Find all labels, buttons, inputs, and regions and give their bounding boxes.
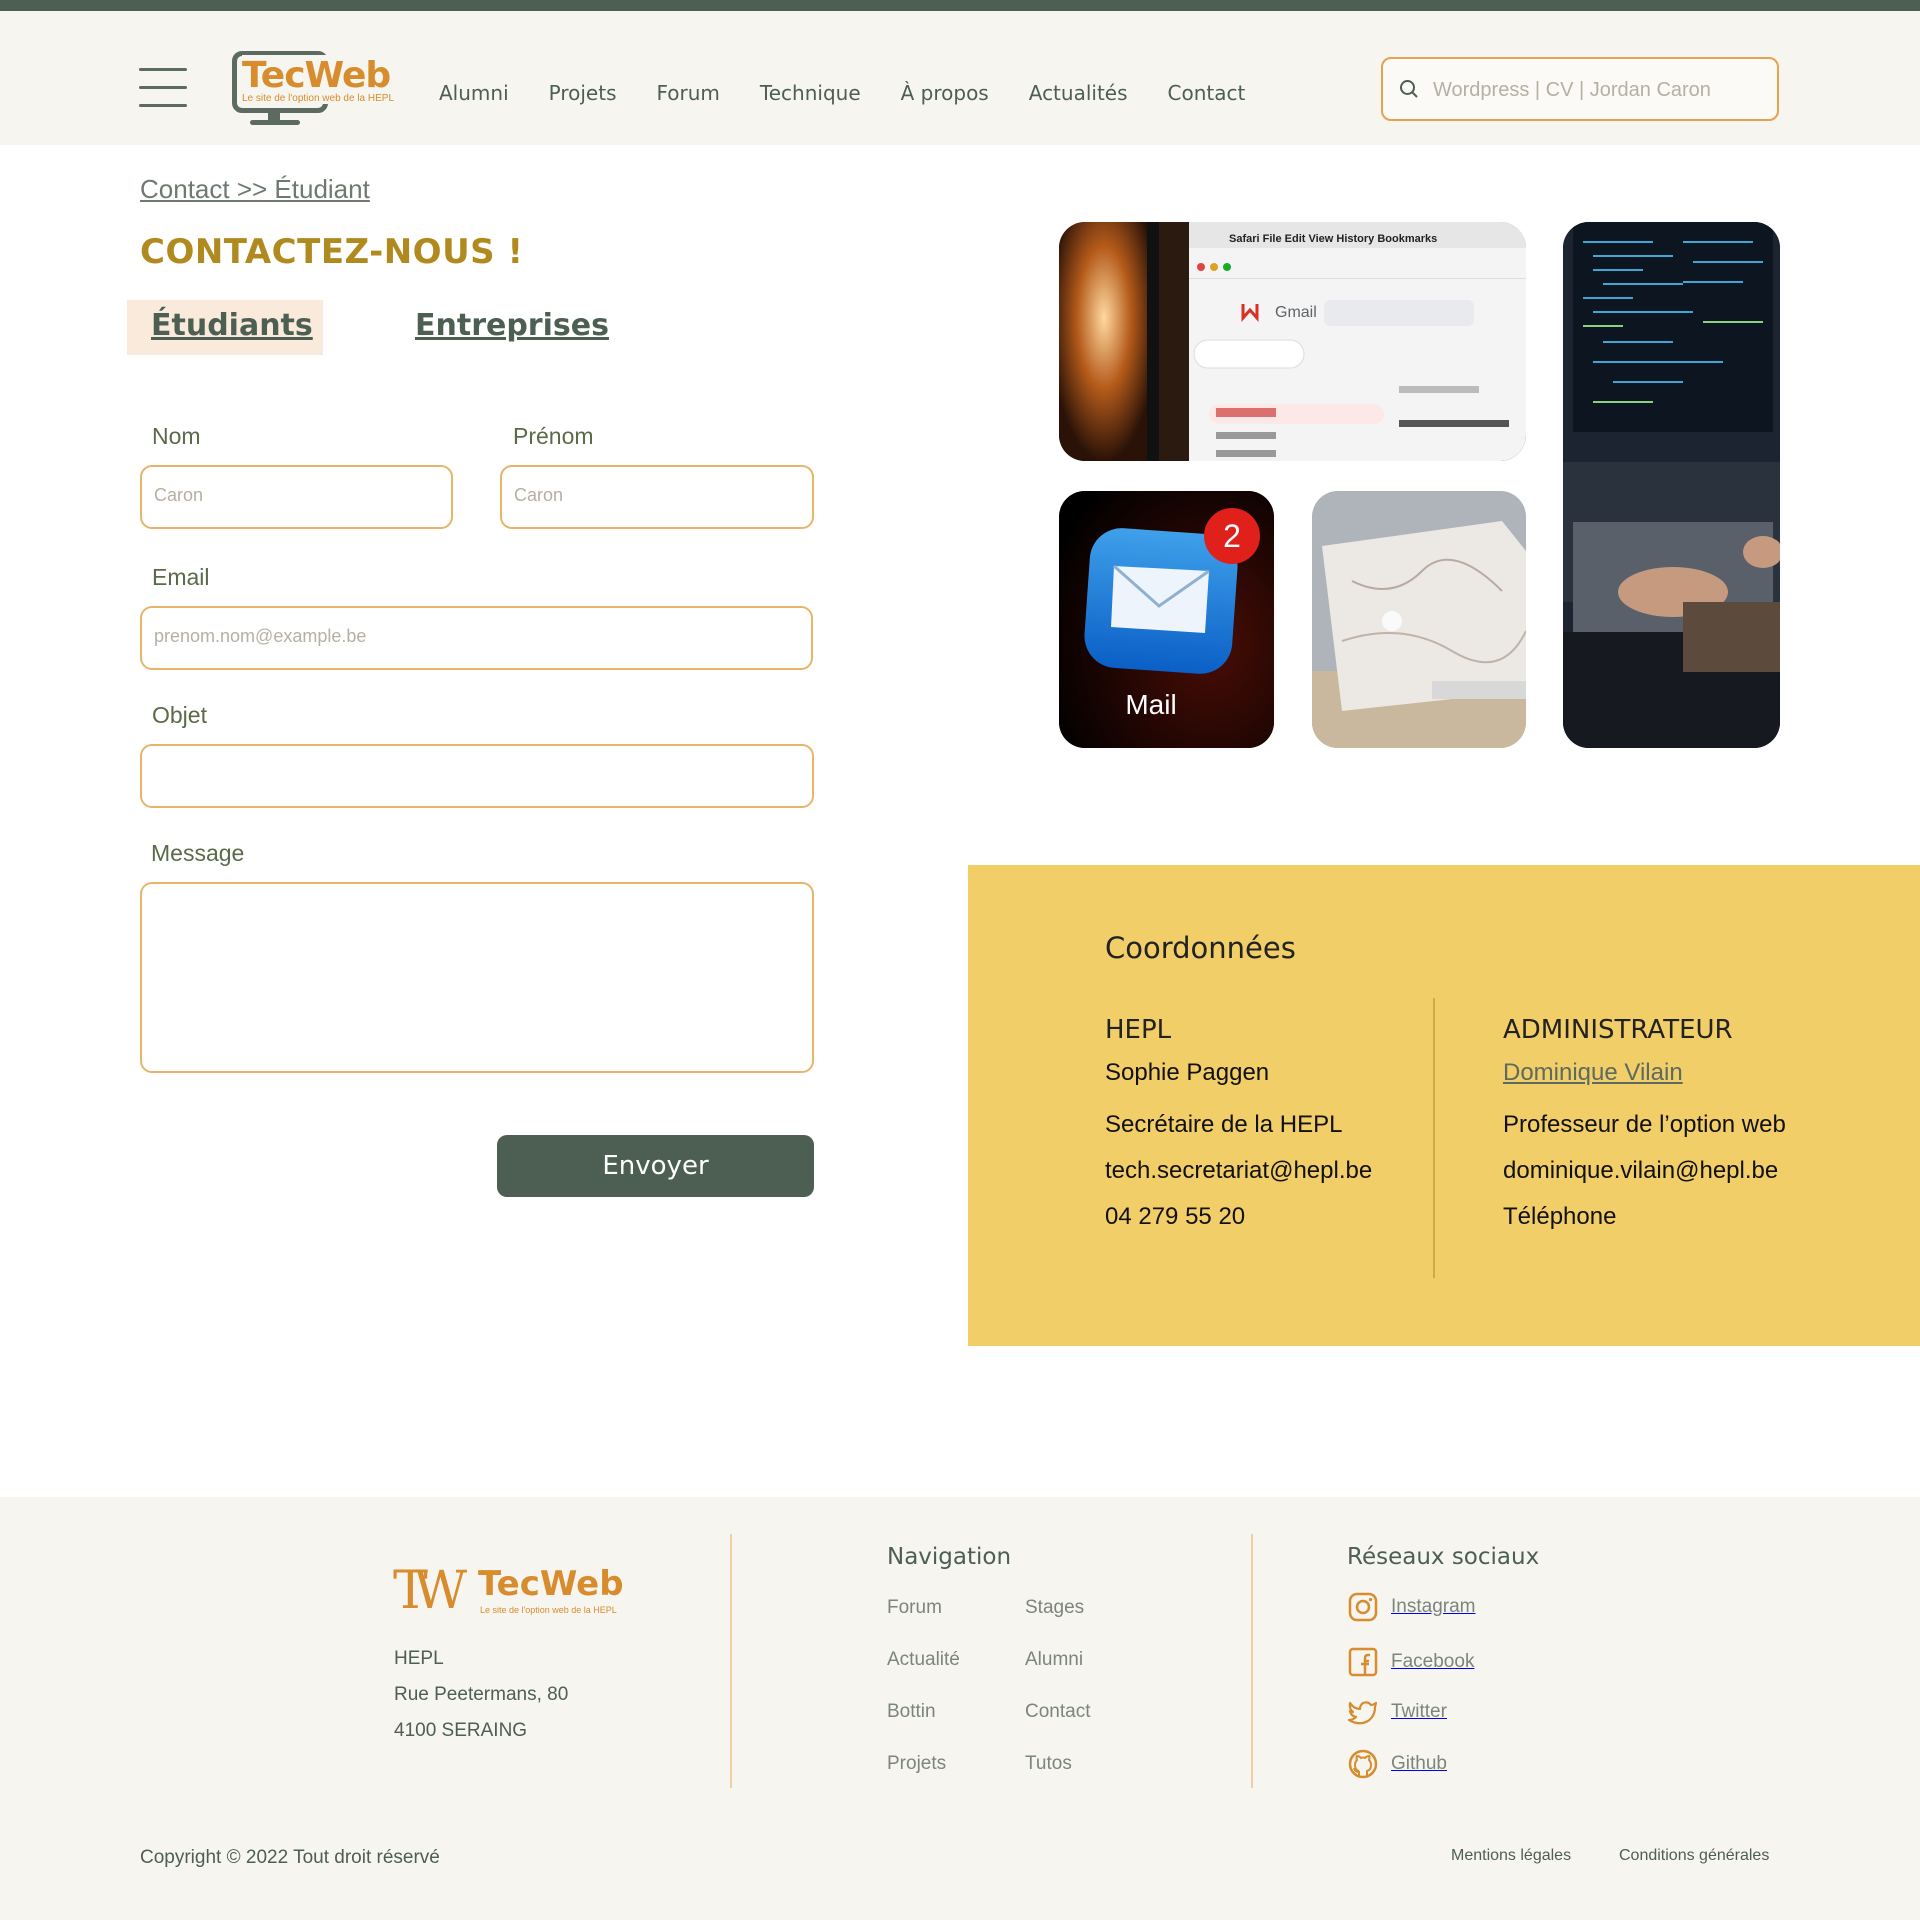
footer-logo-title: TecWeb	[478, 1564, 624, 1604]
admin-phone: Téléphone	[1503, 1203, 1617, 1230]
nav-alumni[interactable]: Alumni	[439, 81, 509, 105]
social-twitter[interactable]: Twitter	[1347, 1696, 1447, 1728]
logo-title: TecWeb	[242, 55, 393, 96]
main-nav: Alumni Projets Forum Technique À propos …	[439, 81, 1285, 105]
tab-entreprises[interactable]: Entreprises	[415, 308, 609, 343]
coordonnees-divider	[1433, 998, 1435, 1278]
gmail-photo: Safari File Edit View History Bookmarks …	[1059, 222, 1526, 461]
social-label: Facebook	[1391, 1651, 1475, 1672]
nav-contact[interactable]: Contact	[1168, 81, 1246, 105]
mail-app-label: Mail	[1125, 689, 1176, 720]
conditions-generales-link[interactable]: Conditions générales	[1619, 1847, 1769, 1865]
tab-etudiants[interactable]: Étudiants	[127, 300, 323, 355]
social-label: Instagram	[1391, 1596, 1476, 1617]
social-facebook[interactable]: Facebook	[1347, 1646, 1474, 1678]
nav-technique[interactable]: Technique	[760, 81, 861, 105]
social-label: Twitter	[1391, 1701, 1447, 1722]
footer-nav-actualite[interactable]: Actualité	[887, 1649, 960, 1671]
social-github[interactable]: Github	[1347, 1748, 1447, 1780]
nom-placeholder: Caron	[154, 485, 204, 505]
email-placeholder: prenom.nom@example.be	[154, 626, 367, 646]
objet-label: Objet	[152, 702, 207, 728]
tab-etudiants-label: Étudiants	[151, 308, 313, 343]
footer-nav-forum[interactable]: Forum	[887, 1597, 942, 1619]
social-label: Github	[1391, 1753, 1447, 1774]
admin-heading: ADMINISTRATEUR	[1503, 1015, 1733, 1045]
laptop-photo	[1312, 491, 1526, 748]
footer-divider	[730, 1534, 732, 1788]
coordonnees-title: Coordonnées	[1105, 931, 1296, 965]
footer-social-title: Réseaux sociaux	[1347, 1544, 1540, 1570]
message-textarea[interactable]	[140, 882, 814, 1073]
address-line: Rue Peetermans, 80	[394, 1684, 569, 1705]
gmail-text: Gmail	[1275, 304, 1317, 321]
hepl-name: Sophie Paggen	[1105, 1059, 1270, 1086]
top-accent-bar	[0, 0, 1920, 11]
objet-field[interactable]	[140, 744, 814, 808]
admin-email[interactable]: dominique.vilain@hepl.be	[1503, 1157, 1786, 1185]
nav-forum[interactable]: Forum	[657, 81, 720, 105]
footer-nav-projets[interactable]: Projets	[887, 1753, 946, 1775]
prenom-field[interactable]: Caron	[500, 465, 814, 529]
facebook-icon	[1348, 1647, 1378, 1677]
footer-address: HEPL Rue Peetermans, 80 4100 SERAING	[394, 1641, 568, 1749]
instagram-icon	[1348, 1592, 1378, 1622]
copyright: Copyright © 2022 Tout droit réservé	[140, 1847, 440, 1868]
address-line: HEPL	[394, 1648, 444, 1669]
admin-role: Professeur de l’option web	[1503, 1111, 1786, 1138]
envoyer-button[interactable]: Envoyer	[497, 1135, 814, 1197]
coordonnees-panel: Coordonnées HEPL Sophie Paggen Secrétair…	[968, 865, 1920, 1346]
mentions-legales-link[interactable]: Mentions légales	[1451, 1847, 1571, 1865]
breadcrumb[interactable]: Contact >> Étudiant	[140, 174, 370, 205]
logo-subtitle: Le site de l'option web de la HEPL	[242, 93, 395, 104]
hepl-contact: HEPL Sophie Paggen Secrétaire de la HEPL…	[1105, 1015, 1372, 1249]
social-instagram[interactable]: Instagram	[1347, 1591, 1475, 1623]
site-footer: TW TecWeb Le site de l'option web de la …	[0, 1497, 1920, 1920]
svg-text:Safari File Edit View Hist: Safari File Edit View History Bookmarks	[1229, 233, 1437, 245]
footer-nav-tutos[interactable]: Tutos	[1025, 1753, 1072, 1775]
address-line: 4100 SERAING	[394, 1720, 528, 1741]
admin-name-link[interactable]: Dominique Vilain	[1503, 1059, 1683, 1086]
mail-badge: 2	[1223, 518, 1241, 554]
site-logo[interactable]: TecWeb Le site de l'option web de la HEP…	[230, 49, 405, 129]
message-label: Message	[151, 840, 245, 866]
hepl-heading: HEPL	[1105, 1015, 1172, 1045]
footer-nav-contact[interactable]: Contact	[1025, 1701, 1090, 1723]
page-title: CONTACTEZ-NOUS !	[140, 232, 524, 272]
footer-nav-stages[interactable]: Stages	[1025, 1597, 1084, 1619]
coding-photo	[1563, 222, 1780, 748]
hamburger-menu-icon[interactable]	[139, 68, 187, 108]
hepl-role: Secrétaire de la HEPL	[1105, 1111, 1343, 1138]
nom-field[interactable]: Caron	[140, 465, 453, 529]
footer-nav-alumni[interactable]: Alumni	[1025, 1649, 1083, 1671]
site-header: TecWeb Le site de l'option web de la HEP…	[0, 11, 1920, 145]
search-placeholder: Wordpress | CV | Jordan Caron	[1433, 79, 1711, 101]
email-label: Email	[152, 564, 210, 590]
mail-app-photo: 2 Mail	[1059, 491, 1274, 748]
nav-a-propos[interactable]: À propos	[901, 81, 989, 105]
nom-label: Nom	[152, 423, 201, 449]
github-icon	[1348, 1749, 1378, 1779]
admin-contact: ADMINISTRATEUR Dominique Vilain Professe…	[1503, 1015, 1786, 1249]
footer-nav-title: Navigation	[887, 1544, 1012, 1570]
search-icon	[1400, 80, 1418, 98]
footer-divider	[1251, 1534, 1253, 1788]
email-field[interactable]: prenom.nom@example.be	[140, 606, 813, 670]
footer-logo-subtitle: Le site de l'option web de la HEPL	[480, 1605, 617, 1615]
prenom-label: Prénom	[513, 423, 594, 449]
search-input[interactable]: Wordpress | CV | Jordan Caron	[1381, 57, 1779, 121]
twitter-icon	[1347, 1701, 1378, 1725]
footer-logo[interactable]: TW TecWeb Le site de l'option web de la …	[393, 1564, 643, 1620]
prenom-placeholder: Caron	[514, 485, 564, 505]
tw-logo-icon: TW	[393, 1561, 467, 1621]
nav-actualites[interactable]: Actualités	[1029, 81, 1128, 105]
hepl-email[interactable]: tech.secretariat@hepl.be	[1105, 1157, 1372, 1185]
footer-nav-bottin[interactable]: Bottin	[887, 1701, 936, 1723]
nav-projets[interactable]: Projets	[549, 81, 617, 105]
hepl-phone: 04 279 55 20	[1105, 1203, 1246, 1230]
